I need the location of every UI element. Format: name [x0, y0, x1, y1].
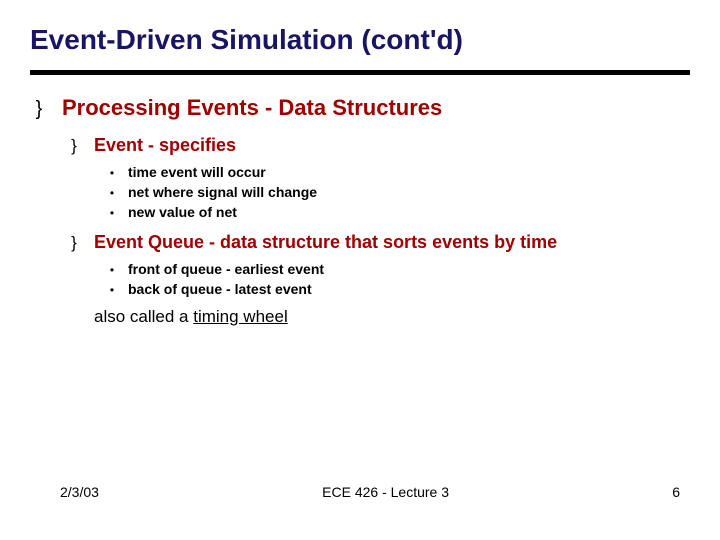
list-item-text: front of queue - earliest event — [128, 261, 324, 277]
slide-footer: 2/3/03 ECE 426 - Lecture 3 6 — [0, 484, 720, 500]
list-item: • front of queue - earliest event — [106, 261, 690, 277]
list-item-text: time event will occur — [128, 164, 266, 180]
footer-page-number: 6 — [672, 484, 680, 500]
bullet-dot-icon: • — [106, 263, 118, 277]
bullet-dot-icon: • — [106, 283, 118, 297]
title-rule — [30, 70, 690, 75]
section-heading: } Processing Events - Data Structures — [30, 95, 690, 121]
bullet-curly-icon: } — [66, 136, 82, 156]
slide: Event-Driven Simulation (cont'd) } Proce… — [0, 0, 720, 540]
bullet-dot-icon: • — [106, 166, 118, 180]
list-item-text: new value of net — [128, 204, 237, 220]
bullet-dot-icon: • — [106, 206, 118, 220]
timing-wheel-underlined: timing wheel — [193, 307, 288, 326]
section-heading-text: Processing Events - Data Structures — [62, 95, 442, 121]
footer-date: 2/3/03 — [60, 484, 99, 500]
event-spec-heading: } Event - specifies — [66, 135, 690, 156]
event-spec-text: Event - specifies — [94, 135, 236, 156]
list-item-text: back of queue - latest event — [128, 281, 312, 297]
bullet-dot-icon: • — [106, 186, 118, 200]
event-queue-text: Event Queue - data structure that sorts … — [94, 232, 557, 253]
list-item: • net where signal will change — [106, 184, 690, 200]
list-item: • back of queue - latest event — [106, 281, 690, 297]
timing-wheel-note: also called a timing wheel — [94, 307, 690, 327]
event-queue-heading: } Event Queue - data structure that sort… — [66, 232, 690, 253]
bullet-curly-icon: } — [30, 98, 48, 121]
slide-title: Event-Driven Simulation (cont'd) — [30, 24, 690, 56]
list-item: • time event will occur — [106, 164, 690, 180]
bullet-curly-icon: } — [66, 233, 82, 253]
footer-center: ECE 426 - Lecture 3 — [322, 484, 449, 500]
list-item: • new value of net — [106, 204, 690, 220]
list-item-text: net where signal will change — [128, 184, 317, 200]
